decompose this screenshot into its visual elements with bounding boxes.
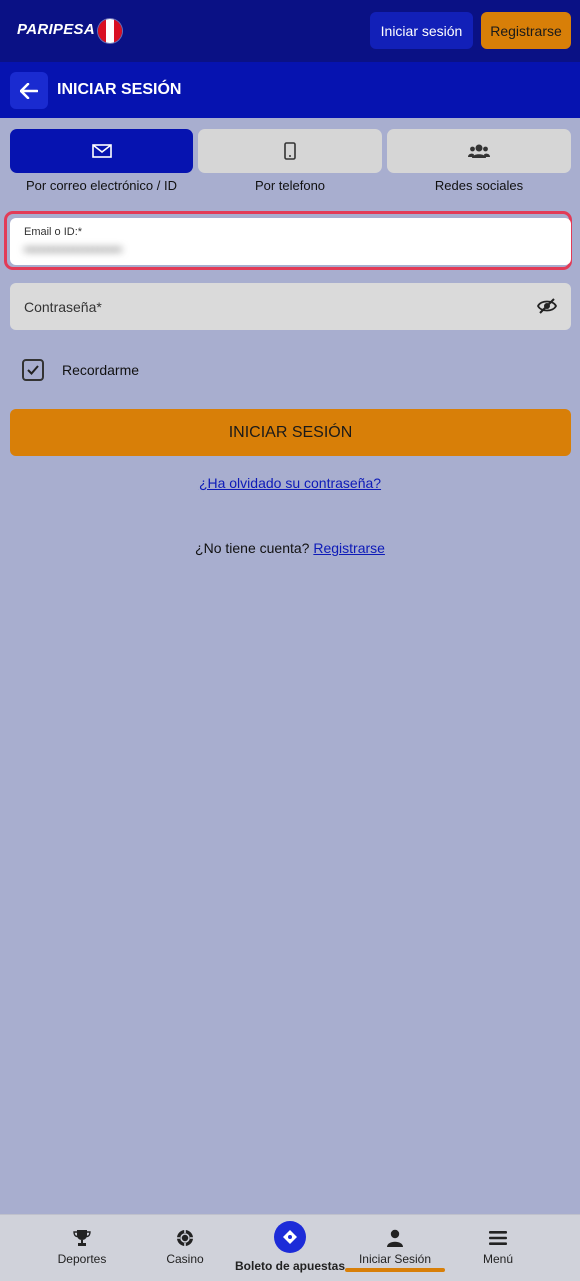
page-title: INICIAR SESIÓN bbox=[57, 81, 182, 98]
tab-email-label: Por correo electrónico / ID bbox=[25, 178, 177, 193]
nav-casino-label: Casino bbox=[166, 1252, 204, 1266]
page-header: INICIAR SESIÓN bbox=[0, 62, 580, 118]
phone-icon bbox=[284, 142, 296, 160]
back-button[interactable] bbox=[10, 72, 48, 109]
password-field[interactable]: Contraseña* bbox=[10, 283, 571, 330]
users-icon bbox=[468, 144, 490, 158]
check-icon bbox=[27, 365, 39, 375]
forgot-password-link[interactable]: ¿Ha olvidado su contraseña? bbox=[0, 475, 580, 491]
logo[interactable]: PARIPESA bbox=[17, 21, 95, 38]
trophy-icon bbox=[73, 1230, 91, 1246]
submit-login-button[interactable]: INICIAR SESIÓN bbox=[10, 409, 571, 456]
login-button[interactable]: Iniciar sesión bbox=[370, 12, 473, 49]
nav-casino[interactable]: Casino bbox=[135, 1215, 235, 1281]
no-account-text: ¿No tiene cuenta? bbox=[195, 540, 310, 556]
password-placeholder: Contraseña* bbox=[24, 299, 102, 315]
user-icon bbox=[387, 1229, 403, 1247]
nav-menu[interactable]: Menú bbox=[448, 1215, 548, 1281]
peru-flag-icon[interactable] bbox=[98, 19, 122, 43]
tab-phone[interactable] bbox=[198, 129, 382, 173]
bottom-nav: Deportes Casino Boleto de apuestas Inici… bbox=[0, 1214, 580, 1281]
email-field-value: •••••••••••••••••••• bbox=[24, 241, 123, 257]
top-bar: PARIPESA Iniciar sesión Registrarse bbox=[0, 0, 580, 62]
remember-label[interactable]: Recordarme bbox=[62, 362, 139, 378]
email-field[interactable]: Email o ID:* •••••••••••••••••••• bbox=[10, 218, 571, 265]
nav-bet-slip[interactable]: Boleto de apuestas bbox=[230, 1215, 350, 1281]
envelope-icon bbox=[91, 144, 112, 158]
eye-slash-icon[interactable] bbox=[537, 297, 557, 315]
ticket-icon bbox=[274, 1221, 306, 1253]
menu-icon bbox=[489, 1231, 507, 1245]
register-link[interactable]: Registrarse bbox=[313, 540, 385, 556]
tab-social[interactable] bbox=[387, 129, 571, 173]
arrow-left-icon bbox=[20, 82, 38, 99]
casino-chip-icon bbox=[177, 1230, 193, 1246]
nav-login-label: Iniciar Sesión bbox=[358, 1252, 432, 1266]
email-field-label: Email o ID:* bbox=[24, 226, 83, 238]
no-account-row: ¿No tiene cuenta? Registrarse bbox=[0, 540, 580, 556]
tab-email[interactable] bbox=[10, 129, 193, 173]
nav-active-indicator bbox=[345, 1268, 445, 1272]
remember-checkbox[interactable] bbox=[22, 359, 44, 381]
nav-menu-label: Menú bbox=[482, 1252, 514, 1266]
register-button[interactable]: Registrarse bbox=[481, 12, 571, 49]
nav-bet-slip-label: Boleto de apuestas bbox=[234, 1259, 346, 1273]
nav-sports[interactable]: Deportes bbox=[32, 1215, 132, 1281]
nav-sports-label: Deportes bbox=[57, 1252, 107, 1266]
tab-phone-label: Por telefono bbox=[254, 178, 326, 193]
tab-social-label: Redes sociales bbox=[434, 178, 524, 193]
